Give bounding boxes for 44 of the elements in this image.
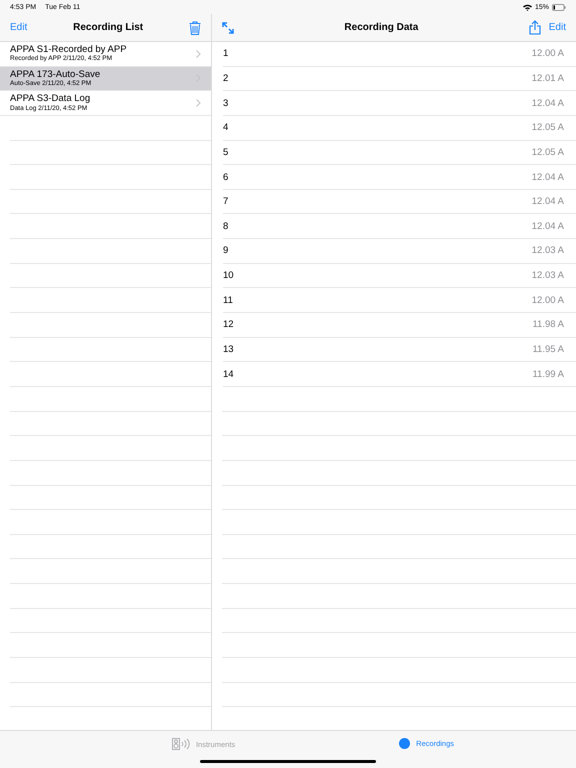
reading-value: 12.03 A bbox=[532, 245, 564, 256]
reading-value: 12.04 A bbox=[532, 172, 564, 183]
reading-value: 11.98 A bbox=[532, 319, 564, 330]
reading-value: 12.05 A bbox=[532, 122, 564, 134]
data-title: Recording Data bbox=[343, 22, 420, 33]
list-title: Recording List bbox=[72, 22, 144, 33]
reading-index: 6 bbox=[223, 172, 228, 183]
reading-index: 2 bbox=[223, 72, 228, 84]
reading-value: 12.04 A bbox=[532, 220, 564, 232]
battery-icon bbox=[552, 4, 566, 10]
reading-value: 12.03 A bbox=[532, 270, 564, 282]
edit-button[interactable]: Edit bbox=[548, 22, 566, 33]
reading-index: 1 bbox=[223, 48, 228, 60]
reading-index: 11 bbox=[223, 294, 233, 306]
reading-index: 9 bbox=[223, 245, 228, 256]
edit-button[interactable]: Edit bbox=[10, 22, 28, 33]
reading-index: 14 bbox=[223, 368, 234, 380]
reading-index: 13 bbox=[223, 344, 234, 355]
reading-value: 11.99 A bbox=[532, 368, 564, 380]
reading-value: 12.00 A bbox=[532, 294, 564, 306]
circle-icon bbox=[399, 738, 410, 749]
reading-value: 12.04 A bbox=[532, 196, 564, 208]
speaker-icon bbox=[172, 738, 190, 750]
wifi-icon bbox=[522, 4, 532, 10]
reading-index: 3 bbox=[223, 98, 228, 109]
trash-icon[interactable] bbox=[189, 20, 201, 34]
reading-value: 11.95 A bbox=[532, 344, 564, 355]
reading-index: 5 bbox=[223, 146, 228, 158]
collapse-icon[interactable] bbox=[222, 22, 234, 34]
chevron-icon bbox=[196, 50, 201, 58]
recording-title: APPA 173-Auto-Save bbox=[10, 70, 102, 80]
reading-index: 12 bbox=[223, 319, 234, 330]
reading-index: 10 bbox=[223, 270, 234, 282]
reading-index: 4 bbox=[223, 122, 228, 134]
reading-index: 7 bbox=[223, 196, 228, 208]
reading-value: 12.01 A bbox=[532, 72, 564, 84]
recording-title: APPA S1-Recorded by APP bbox=[10, 45, 128, 56]
reading-value: 12.00 A bbox=[532, 48, 564, 60]
recording-title: APPA S3-Data Log bbox=[10, 94, 92, 105]
reading-value: 12.05 A bbox=[532, 146, 564, 158]
reading-index: 8 bbox=[223, 220, 228, 232]
reading-value: 12.04 A bbox=[532, 98, 564, 109]
chevron-icon bbox=[196, 99, 201, 108]
share-icon[interactable] bbox=[528, 20, 541, 35]
